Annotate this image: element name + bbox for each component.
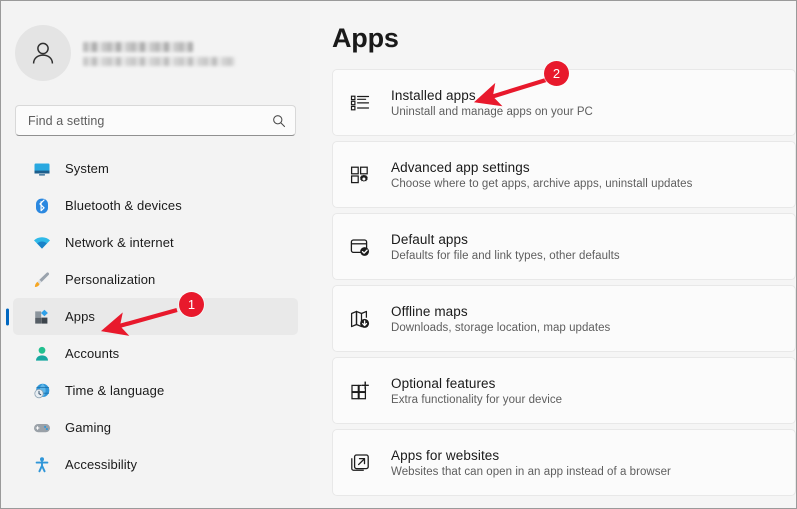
annotation-marker-2: 2 xyxy=(544,61,569,86)
sidebar-item-label: Time & language xyxy=(65,383,165,398)
person-icon xyxy=(33,345,51,363)
card-offline-maps[interactable]: Offline maps Downloads, storage location… xyxy=(332,285,796,352)
accessibility-icon xyxy=(33,456,51,474)
card-apps-for-websites[interactable]: Apps for websites Websites that can open… xyxy=(332,429,796,496)
globe-clock-icon xyxy=(33,382,51,400)
sidebar-item-label: Accounts xyxy=(65,346,120,361)
sidebar-item-label: Bluetooth & devices xyxy=(65,198,182,213)
sidebar-item-time-language[interactable]: Time & language xyxy=(13,372,298,409)
sidebar-item-label: Accessibility xyxy=(65,457,138,472)
card-title: Default apps xyxy=(391,231,468,247)
card-subtitle: Defaults for file and link types, other … xyxy=(391,249,620,262)
card-text: Installed apps Uninstall and manage apps… xyxy=(391,88,593,118)
sidebar-item-label: Gaming xyxy=(65,420,112,435)
sidebar-item-label: Network & internet xyxy=(65,235,174,250)
sidebar-item-apps[interactable]: Apps xyxy=(13,298,298,335)
user-profile[interactable] xyxy=(1,15,310,87)
sidebar-nav: System Bluetooth & devices Network & int… xyxy=(1,150,310,483)
user-email-redacted xyxy=(83,57,235,66)
person-avatar-icon xyxy=(32,42,54,64)
list-bullets-icon xyxy=(348,91,372,115)
card-subtitle: Websites that can open in an app instead… xyxy=(391,465,671,478)
card-subtitle: Extra functionality for your device xyxy=(391,393,563,406)
avatar xyxy=(15,25,71,81)
sidebar-item-bluetooth-devices[interactable]: Bluetooth & devices xyxy=(13,187,298,224)
sidebar-item-label: Personalization xyxy=(65,272,156,287)
user-name-redacted xyxy=(83,42,193,52)
annotation-marker-1: 1 xyxy=(179,292,204,317)
card-subtitle: Downloads, storage location, map updates xyxy=(391,321,611,334)
settings-card-list: Installed apps Uninstall and manage apps… xyxy=(332,69,796,496)
settings-window: Find a setting System Bluetooth & device… xyxy=(0,0,797,509)
card-title: Offline maps xyxy=(391,303,468,319)
sidebar-item-accounts[interactable]: Accounts xyxy=(13,335,298,372)
monitor-icon xyxy=(33,160,51,178)
grid-gear-icon xyxy=(348,163,372,187)
wifi-icon xyxy=(33,234,51,252)
card-default-apps[interactable]: Default apps Defaults for file and link … xyxy=(332,213,796,280)
sidebar-item-label: System xyxy=(65,161,109,176)
gamepad-icon xyxy=(33,419,51,437)
external-link-icon xyxy=(348,451,372,475)
card-title: Installed apps xyxy=(391,87,476,103)
card-text: Default apps Defaults for file and link … xyxy=(391,232,620,262)
sidebar-item-network-internet[interactable]: Network & internet xyxy=(13,224,298,261)
card-text: Optional features Extra functionality fo… xyxy=(391,376,562,406)
apps-grid-icon xyxy=(33,308,51,326)
sidebar-item-accessibility[interactable]: Accessibility xyxy=(13,446,298,483)
grid-plus-icon xyxy=(348,379,372,403)
sidebar-item-gaming[interactable]: Gaming xyxy=(13,409,298,446)
sidebar-item-label: Apps xyxy=(65,309,96,324)
page-title: Apps xyxy=(332,23,399,53)
search-icon[interactable] xyxy=(272,114,286,128)
sidebar: Find a setting System Bluetooth & device… xyxy=(1,1,310,508)
card-advanced-app-settings[interactable]: Advanced app settings Choose where to ge… xyxy=(332,141,796,208)
sidebar-item-system[interactable]: System xyxy=(13,150,298,187)
bluetooth-icon xyxy=(33,197,51,215)
card-text: Advanced app settings Choose where to ge… xyxy=(391,160,692,190)
card-text: Offline maps Downloads, storage location… xyxy=(391,304,610,334)
user-identity xyxy=(83,40,235,66)
card-title: Advanced app settings xyxy=(391,159,530,175)
sidebar-item-personalization[interactable]: Personalization xyxy=(13,261,298,298)
card-subtitle: Uninstall and manage apps on your PC xyxy=(391,105,593,118)
search-placeholder: Find a setting xyxy=(28,113,105,128)
card-title: Apps for websites xyxy=(391,447,500,463)
window-check-icon xyxy=(348,235,372,259)
card-optional-features[interactable]: Optional features Extra functionality fo… xyxy=(332,357,796,424)
map-download-icon xyxy=(348,307,372,331)
card-text: Apps for websites Websites that can open… xyxy=(391,448,671,478)
search-input[interactable]: Find a setting xyxy=(15,105,296,136)
card-title: Optional features xyxy=(391,375,496,391)
card-subtitle: Choose where to get apps, archive apps, … xyxy=(391,177,693,190)
paintbrush-icon xyxy=(33,271,51,289)
